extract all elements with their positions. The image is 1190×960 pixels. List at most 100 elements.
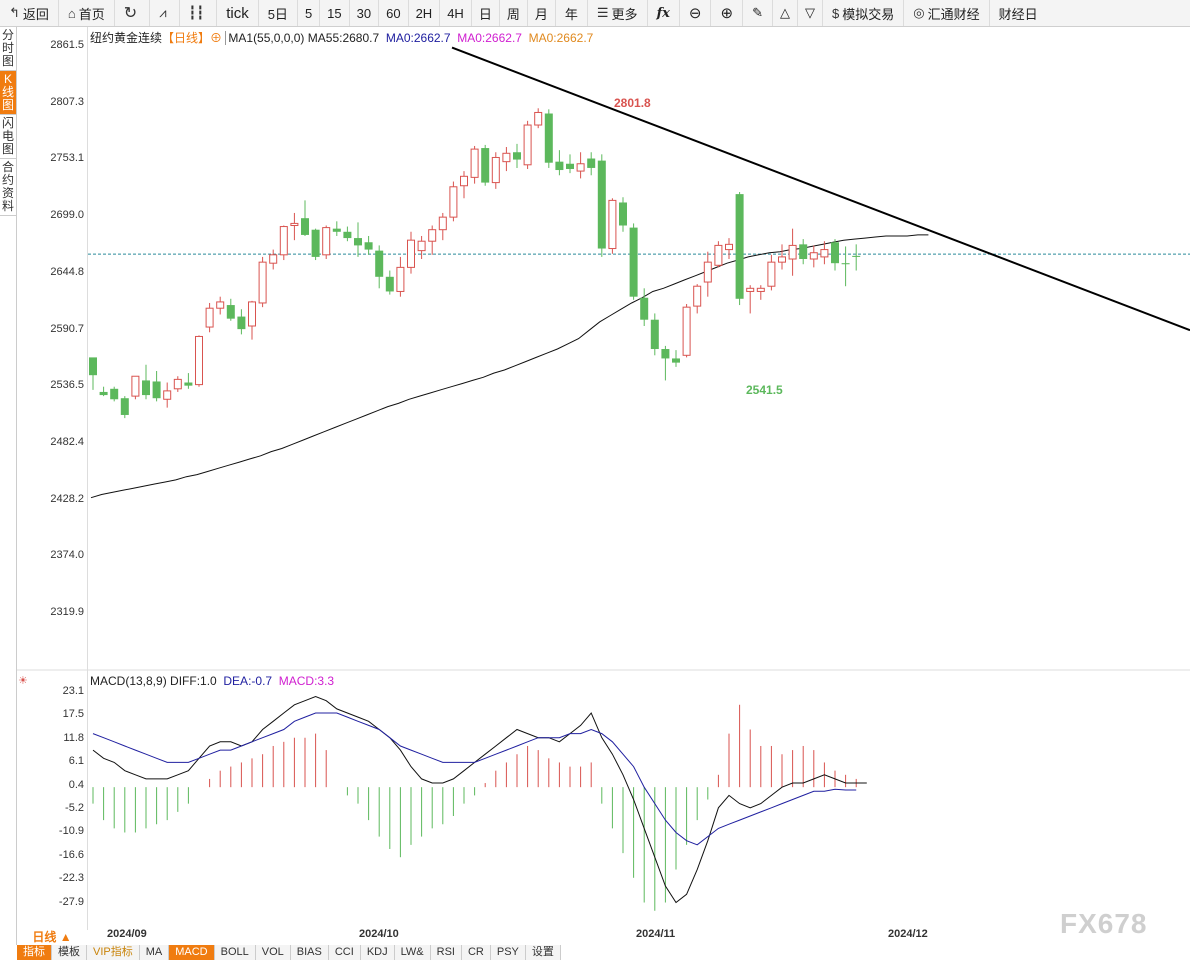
candle-body [364,242,373,250]
candle-body [279,226,288,256]
tab-ma[interactable]: MA [139,945,170,960]
candle-body [491,156,500,184]
x-label-oct: 2024/10 [359,928,399,940]
tab-cr[interactable]: CR [461,945,491,960]
indicator-tabs: 指标 模板 VIP指标 MA MACD BOLL VOL BIAS CCI KD… [17,945,561,960]
x-label-sep: 2024/09 [107,928,147,940]
candle-body [597,160,606,249]
candle-body [852,255,861,257]
candle-body [619,202,627,226]
candle-body [703,261,712,283]
candle-body [576,163,585,172]
candle-body [470,148,479,178]
candle-body [778,256,786,263]
tab-kdj[interactable]: KDJ [360,945,395,960]
candle-body [248,301,256,327]
candle-body [269,254,278,264]
candle-body [385,276,394,292]
tab-bias[interactable]: BIAS [290,945,329,960]
candle-body [831,242,839,264]
candle-body [290,222,299,227]
tab-template[interactable]: 模板 [52,945,87,960]
candle-body [555,161,564,171]
candle-body [661,349,670,359]
candle-body [311,229,320,257]
candle-body [99,391,108,396]
candle-body [693,285,702,307]
candle-body [184,382,193,386]
candle-body [142,380,150,396]
low-annotation: 2541.5 [746,383,783,397]
candle-body [650,319,659,350]
tab-vol[interactable]: VOL [255,945,291,960]
candle-body [608,199,617,250]
candle-body [714,244,723,266]
candle-body [587,158,596,168]
candle-body [216,301,225,309]
candle-body [640,297,649,320]
candle-body [407,239,415,268]
candle-body [195,335,203,386]
candle-body [322,227,331,256]
candle-body [544,113,553,163]
candle-body [523,124,532,166]
candle-body [566,163,574,169]
candle-body [799,244,808,260]
trend-line [451,46,1190,332]
tab-cci[interactable]: CCI [328,945,361,960]
candle-body [502,152,511,163]
tab-macd[interactable]: MACD [169,945,215,960]
candle-body [788,244,797,260]
x-label-dec: 2024/12 [888,928,928,940]
candle-body [735,194,744,299]
candle-body [841,263,850,265]
candle-body [629,227,638,297]
tab-indicators[interactable]: 指标 [17,945,52,960]
candle-body [756,287,765,292]
candle-body [258,261,267,304]
candle-body [417,240,426,252]
candle-body [237,316,246,330]
candle-body [301,218,309,235]
candle-body [205,307,214,328]
candle-body [481,148,490,183]
candle-body [534,111,543,126]
candle-body [725,243,733,251]
candle-body [226,305,235,319]
macd-dea-line [92,712,857,846]
candle-body [460,175,468,187]
ma55-line [90,234,929,499]
candle-body [375,250,384,277]
tab-boll[interactable]: BOLL [214,945,256,960]
candle-body [809,252,818,260]
tab-rsi[interactable]: RSI [430,945,462,960]
x-label-nov: 2024/11 [636,928,676,940]
candle-body [152,381,161,399]
candle-body [131,375,140,397]
tab-settings[interactable]: 设置 [525,945,561,960]
candle-body [820,249,829,258]
candle-body [513,152,521,160]
candle-body [120,398,129,415]
candle-body [163,390,172,400]
tab-psy[interactable]: PSY [490,945,526,960]
candle-body [173,378,182,390]
macd-diff-line [92,695,867,904]
candle-body [746,287,755,292]
candle-body [428,229,437,242]
candle-body [682,306,691,356]
candle-body [354,238,362,246]
period-select-button[interactable]: 日线 ▲ [17,930,87,945]
candle-body [89,357,97,376]
high-annotation: 2801.8 [614,96,651,110]
tab-vip-indicators[interactable]: VIP指标 [87,945,140,960]
candle-body [332,228,341,232]
candle-body [110,388,119,400]
candle-body [438,216,447,231]
candle-body [767,261,776,287]
price-chart[interactable]: 2801.8 2541.5 [0,0,1190,960]
tab-lw[interactable]: LW& [394,945,431,960]
candle-body [672,358,680,363]
candle-body [343,231,352,239]
watermark-logo: FX678 [1060,908,1148,939]
